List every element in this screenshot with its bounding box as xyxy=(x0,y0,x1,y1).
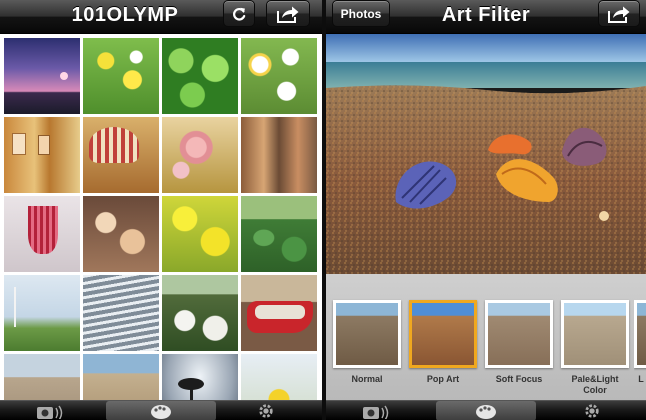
camera-icon xyxy=(363,405,389,419)
tab-art-filter[interactable] xyxy=(106,401,216,420)
photo-thumbnail[interactable] xyxy=(162,117,238,193)
palette-icon xyxy=(151,405,171,419)
refresh-icon xyxy=(233,7,246,20)
filter-thumbnail xyxy=(561,300,629,368)
filter-partial[interactable]: L xyxy=(634,300,646,385)
filter-strip: Normal Pop Art Soft Focus Pale&Light Col… xyxy=(326,274,646,400)
palette-icon xyxy=(476,405,496,419)
filter-label: Pop Art xyxy=(426,374,460,384)
filter-label: Normal xyxy=(351,374,383,384)
tab-settings[interactable] xyxy=(236,401,296,420)
app: 101OLYMP Photos Art Filter Normal Pop Ar… xyxy=(0,0,646,420)
photo-grid xyxy=(0,34,322,420)
tab-bar xyxy=(0,400,322,420)
filter-thumbnail xyxy=(333,300,401,368)
gear-icon xyxy=(259,404,273,418)
main-photo-preview xyxy=(326,34,646,274)
page-title: 101OLYMP xyxy=(71,4,179,26)
photo-thumbnail[interactable] xyxy=(162,196,238,272)
tab-bar xyxy=(326,400,646,420)
filter-thumbnail xyxy=(409,300,477,368)
photo-thumbnail[interactable] xyxy=(241,38,317,114)
camera-icon xyxy=(37,405,63,419)
photo-thumbnail[interactable] xyxy=(4,275,80,351)
photo-thumbnail[interactable] xyxy=(83,275,159,351)
filter-label: Soft Focus xyxy=(495,374,543,384)
photo-thumbnail[interactable] xyxy=(83,38,159,114)
beach-shells-photo xyxy=(326,34,646,274)
photo-thumbnail[interactable] xyxy=(162,275,238,351)
tab-camera[interactable] xyxy=(346,401,406,420)
filter-thumbnail xyxy=(485,300,553,368)
filter-normal[interactable]: Normal xyxy=(332,300,402,385)
share-icon xyxy=(277,6,299,23)
tab-camera[interactable] xyxy=(20,401,80,420)
refresh-button[interactable] xyxy=(223,0,255,27)
navigation-bar: 101OLYMP xyxy=(0,0,322,34)
photo-thumbnail[interactable] xyxy=(83,117,159,193)
share-button[interactable] xyxy=(266,0,310,27)
filter-pale-light-color[interactable]: Pale&Light Color xyxy=(560,300,630,396)
photo-thumbnail[interactable] xyxy=(4,196,80,272)
photo-thumbnail[interactable] xyxy=(4,117,80,193)
filter-label: L xyxy=(638,374,644,384)
tab-art-filter[interactable] xyxy=(436,401,536,420)
filter-soft-focus[interactable]: Soft Focus xyxy=(484,300,554,385)
photo-library-screen: 101OLYMP xyxy=(0,0,322,420)
share-icon xyxy=(608,6,630,23)
tab-settings[interactable] xyxy=(562,401,622,420)
navigation-bar: Photos Art Filter xyxy=(326,0,646,34)
filter-thumbnail xyxy=(634,300,646,368)
gear-icon xyxy=(585,404,599,418)
photo-thumbnail[interactable] xyxy=(241,117,317,193)
photo-thumbnail[interactable] xyxy=(241,196,317,272)
art-filter-screen: Photos Art Filter Normal Pop Art Soft Fo… xyxy=(326,0,646,420)
photo-thumbnail[interactable] xyxy=(162,38,238,114)
photo-thumbnail[interactable] xyxy=(83,196,159,272)
filter-pop-art[interactable]: Pop Art xyxy=(408,300,478,385)
photo-thumbnail[interactable] xyxy=(4,38,80,114)
filter-label: Pale&Light Color xyxy=(571,374,619,395)
photo-thumbnail[interactable] xyxy=(241,275,317,351)
share-button[interactable] xyxy=(598,0,640,27)
